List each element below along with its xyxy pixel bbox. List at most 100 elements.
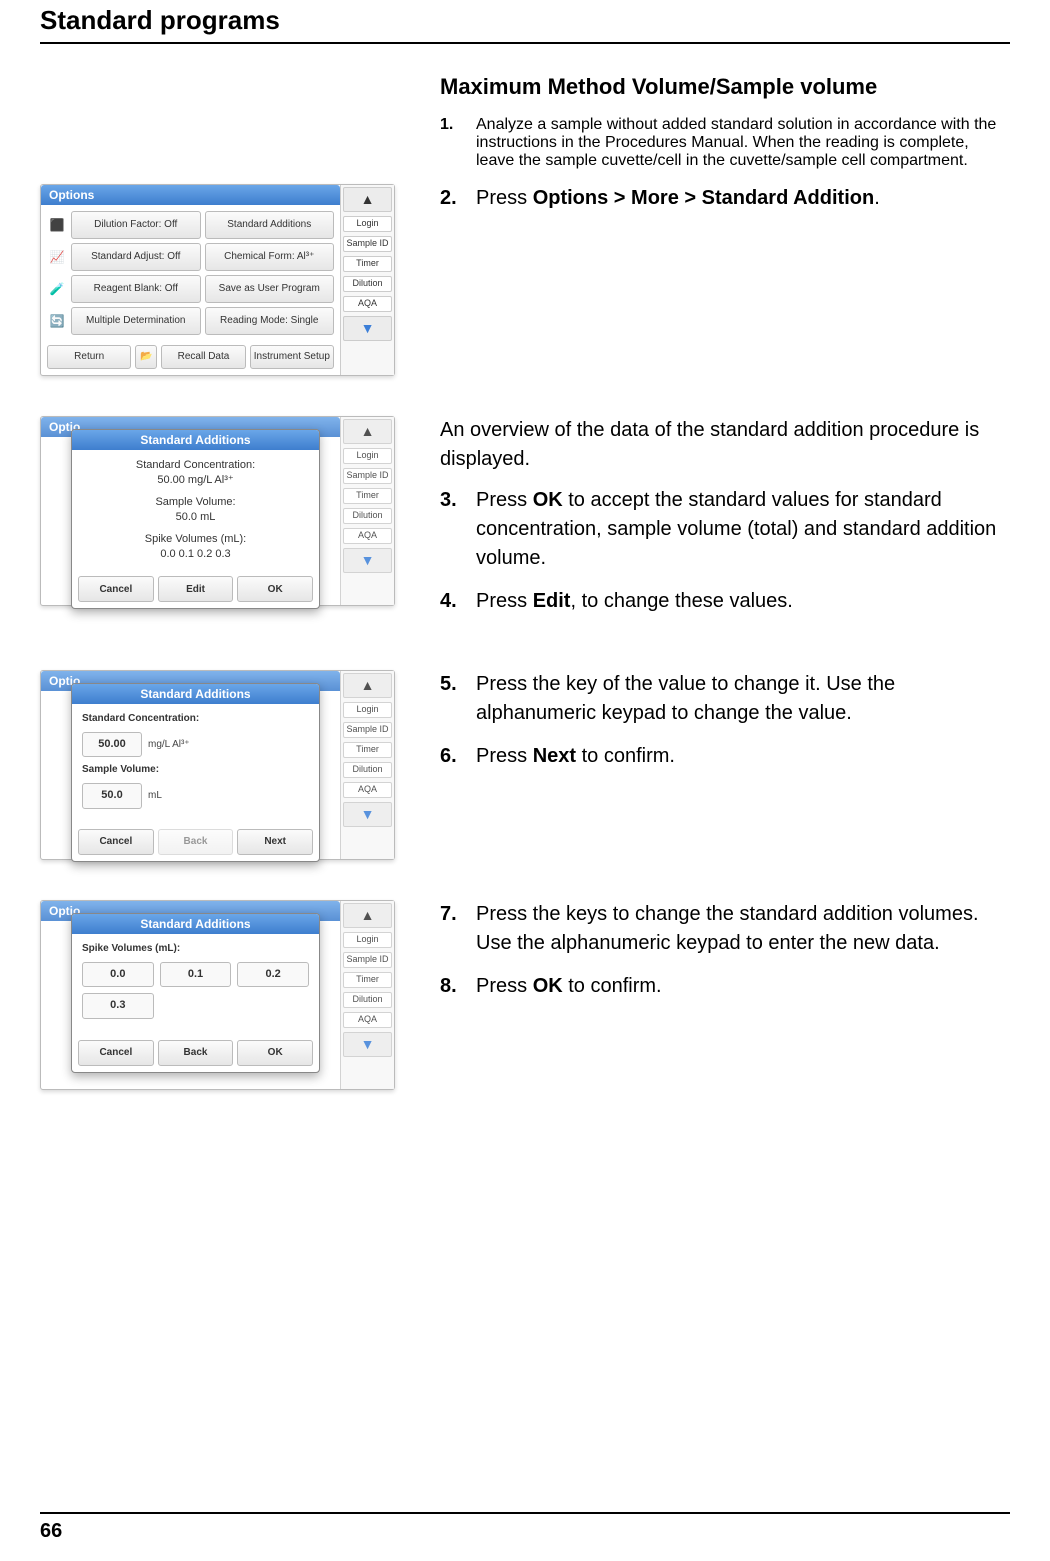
scroll-down-button[interactable]: ▼ xyxy=(343,802,392,827)
cancel-button[interactable]: Cancel xyxy=(78,829,154,855)
sample-id-button[interactable]: Sample ID xyxy=(343,236,392,252)
spike-vol-2-input[interactable]: 0.2 xyxy=(237,962,309,987)
sidebar: ▲ Login Sample ID Timer Dilution AQA ▼ xyxy=(340,185,394,375)
aqa-button[interactable]: AQA xyxy=(343,1012,392,1028)
section-intro: Maximum Method Volume/Sample volume 1. A… xyxy=(440,74,1010,170)
screenshot-options: Options ⬛ Dilution Factor: Off Standard … xyxy=(40,184,395,376)
step-body: Press Options > More > Standard Addition… xyxy=(476,184,1010,213)
standard-additions-overview-modal: Standard Additions Standard Concentratio… xyxy=(71,429,320,609)
blank-icon: 🧪 xyxy=(47,275,67,303)
timer-button[interactable]: Timer xyxy=(343,488,392,504)
dilution-button[interactable]: Dilution xyxy=(343,992,392,1008)
step-num: 8. xyxy=(440,972,476,1001)
block-3: Optio... ▲ Login Sample ID Timer Dilutio… xyxy=(40,670,1010,860)
standard-adjust-button[interactable]: Standard Adjust: Off xyxy=(71,243,201,271)
login-button[interactable]: Login xyxy=(343,932,392,948)
reagent-blank-button[interactable]: Reagent Blank: Off xyxy=(71,275,201,303)
page-header: Standard programs xyxy=(40,0,1010,44)
aqa-button[interactable]: AQA xyxy=(343,782,392,798)
modal-title: Standard Additions xyxy=(72,914,319,934)
step-num: 4. xyxy=(440,587,476,616)
cancel-button[interactable]: Cancel xyxy=(78,1040,154,1066)
standard-additions-edit-modal: Standard Additions Standard Concentratio… xyxy=(71,683,320,862)
cancel-button[interactable]: Cancel xyxy=(78,576,154,602)
login-button[interactable]: Login xyxy=(343,448,392,464)
dilution-factor-button[interactable]: Dilution Factor: Off xyxy=(71,211,201,239)
spike-vol-value: 0.0 0.1 0.2 0.3 xyxy=(82,547,309,562)
scroll-down-button[interactable]: ▼ xyxy=(343,316,392,341)
page-footer: 66 xyxy=(40,1512,1010,1543)
back-button[interactable]: Back xyxy=(158,1040,234,1066)
sample-vol-unit: mL xyxy=(148,789,162,803)
spike-vol-1-input[interactable]: 0.1 xyxy=(160,962,232,987)
scroll-down-button[interactable]: ▼ xyxy=(343,548,392,573)
block-4: Optio... ▲ Login Sample ID Timer Dilutio… xyxy=(40,900,1010,1090)
timer-button[interactable]: Timer xyxy=(343,972,392,988)
block-2: Optio... ▲ Login Sample ID Timer Dilutio… xyxy=(40,416,1010,630)
ok-button[interactable]: OK xyxy=(237,1040,313,1066)
login-button[interactable]: Login xyxy=(343,702,392,718)
timer-button[interactable]: Timer xyxy=(343,742,392,758)
scroll-up-button[interactable]: ▲ xyxy=(343,419,392,444)
step-body: Analyze a sample without added standard … xyxy=(476,116,1010,170)
adjust-icon: 📈 xyxy=(47,243,67,271)
sample-vol-value: 50.0 mL xyxy=(82,510,309,525)
page-number: 66 xyxy=(40,1520,62,1542)
scroll-up-button[interactable]: ▲ xyxy=(343,903,392,928)
sample-vol-label: Sample Volume: xyxy=(82,763,309,777)
recall-data-button[interactable]: Recall Data xyxy=(161,345,245,369)
sample-vol-input[interactable]: 50.0 xyxy=(82,783,142,808)
return-button[interactable]: Return xyxy=(47,345,131,369)
dilution-button[interactable]: Dilution xyxy=(343,762,392,778)
aqa-button[interactable]: AQA xyxy=(343,296,392,312)
std-conc-label: Standard Concentration: xyxy=(82,712,309,726)
multiple-determination-button[interactable]: Multiple Determination xyxy=(71,307,201,335)
step-body: Press OK to accept the standard values f… xyxy=(476,486,1010,573)
scroll-up-button[interactable]: ▲ xyxy=(343,673,392,698)
standard-additions-spike-modal: Standard Additions Spike Volumes (mL): 0… xyxy=(71,913,320,1073)
step-body: Press Edit, to change these values. xyxy=(476,587,1010,616)
scroll-up-button[interactable]: ▲ xyxy=(343,187,392,212)
dilution-button[interactable]: Dilution xyxy=(343,508,392,524)
screenshot-spike-volumes-modal: Optio... ▲ Login Sample ID Timer Dilutio… xyxy=(40,900,395,1090)
aqa-button[interactable]: AQA xyxy=(343,528,392,544)
block-intro: An overview of the data of the standard … xyxy=(440,416,1010,474)
edit-button[interactable]: Edit xyxy=(158,576,234,602)
modal-title: Standard Additions xyxy=(72,684,319,704)
spike-vol-0-input[interactable]: 0.0 xyxy=(82,962,154,987)
folder-icon[interactable]: 📂 xyxy=(135,345,157,369)
login-button[interactable]: Login xyxy=(343,216,392,232)
step-num: 3. xyxy=(440,486,476,573)
sample-id-button[interactable]: Sample ID xyxy=(343,468,392,484)
dilution-icon: ⬛ xyxy=(47,211,67,239)
back-button[interactable]: Back xyxy=(158,829,234,855)
reading-mode-button[interactable]: Reading Mode: Single xyxy=(205,307,335,335)
next-button[interactable]: Next xyxy=(237,829,313,855)
screenshot-overview-modal: Optio... ▲ Login Sample ID Timer Dilutio… xyxy=(40,416,395,606)
chemical-form-button[interactable]: Chemical Form: Al³⁺ xyxy=(205,243,335,271)
timer-button[interactable]: Timer xyxy=(343,256,392,272)
std-conc-value: 50.00 mg/L Al³⁺ xyxy=(82,473,309,488)
spike-vol-3-input[interactable]: 0.3 xyxy=(82,993,154,1018)
section-title: Maximum Method Volume/Sample volume xyxy=(440,74,1010,100)
screenshot-edit-values-modal: Optio... ▲ Login Sample ID Timer Dilutio… xyxy=(40,670,395,860)
modal-title: Standard Additions xyxy=(72,430,319,450)
page-title: Standard programs xyxy=(40,5,1010,36)
step-num: 6. xyxy=(440,742,476,771)
options-titlebar: Options xyxy=(41,185,340,205)
step-num: 7. xyxy=(440,900,476,958)
sample-id-button[interactable]: Sample ID xyxy=(343,952,392,968)
std-conc-unit: mg/L Al³⁺ xyxy=(148,738,190,752)
scroll-down-button[interactable]: ▼ xyxy=(343,1032,392,1057)
save-user-program-button[interactable]: Save as User Program xyxy=(205,275,335,303)
sample-id-button[interactable]: Sample ID xyxy=(343,722,392,738)
dilution-button[interactable]: Dilution xyxy=(343,276,392,292)
ok-button[interactable]: OK xyxy=(237,576,313,602)
step-num: 2. xyxy=(440,184,476,213)
sample-vol-label: Sample Volume: xyxy=(82,495,309,510)
std-conc-input[interactable]: 50.00 xyxy=(82,732,142,757)
step-num: 1. xyxy=(440,116,476,170)
spike-vol-label: Spike Volumes (mL): xyxy=(82,942,309,956)
standard-additions-button[interactable]: Standard Additions xyxy=(205,211,335,239)
instrument-setup-button[interactable]: Instrument Setup xyxy=(250,345,334,369)
